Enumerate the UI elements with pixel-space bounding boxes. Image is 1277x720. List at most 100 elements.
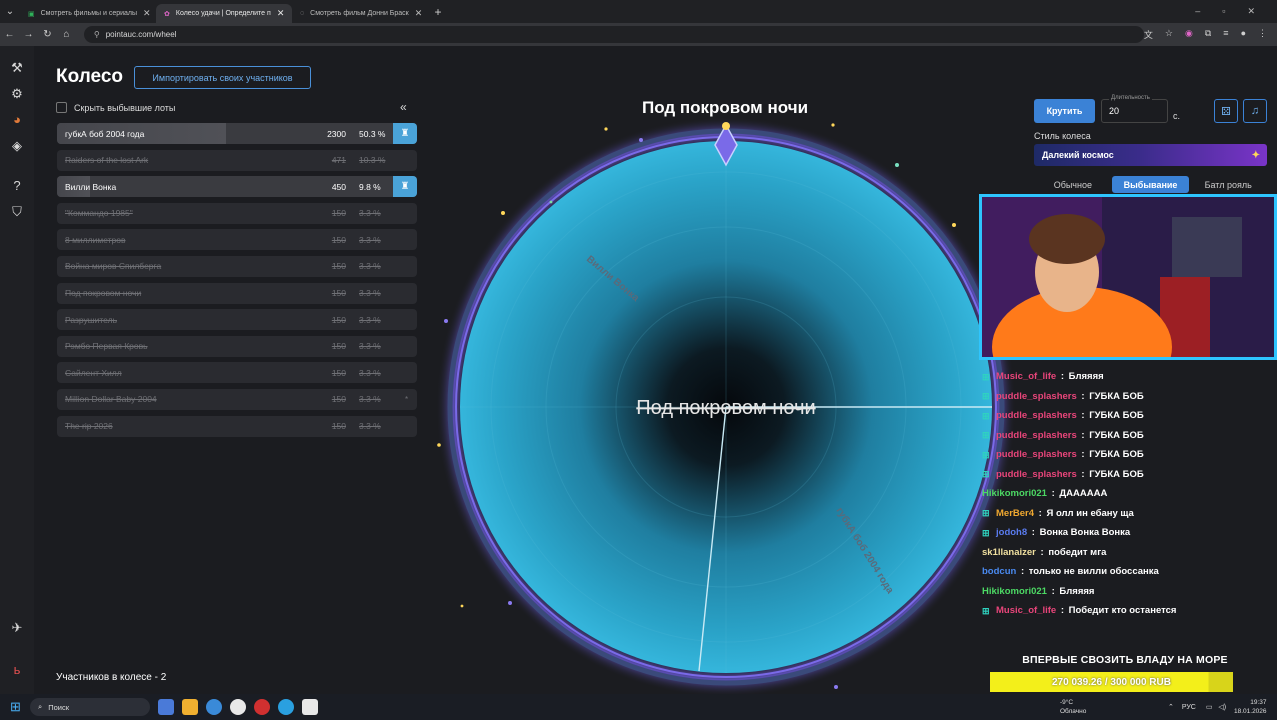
translate-icon[interactable]: 文: [1144, 28, 1153, 41]
lot-percent: 3.3 %: [359, 234, 381, 245]
lot-row[interactable]: Вилли Вонка 450 9.8 % ♜: [57, 176, 417, 198]
import-participants-button[interactable]: Импортировать своих участников: [134, 66, 311, 89]
lot-percent: 3.3 %: [359, 367, 381, 378]
telegram-taskbar-icon[interactable]: [278, 699, 294, 715]
network-icon[interactable]: ▭: [1206, 704, 1213, 711]
shield-icon[interactable]: ⛉: [9, 204, 25, 220]
taskbar-clock[interactable]: 19:37 18.01.2026: [1234, 698, 1267, 716]
lot-name: Raiders of the lost Ark: [65, 155, 149, 166]
tab-battle-royale[interactable]: Батл рояль: [1189, 176, 1267, 193]
close-tab-icon[interactable]: ✕: [415, 8, 423, 19]
chat-separator: :: [1058, 371, 1067, 383]
language-indicator[interactable]: РУС: [1182, 704, 1196, 711]
layers-icon[interactable]: ◈: [9, 138, 25, 154]
chat-message: ⊞ puddle_splashers : ГУБКА БОБ: [982, 406, 1272, 426]
windows-start-icon[interactable]: ⊞: [10, 699, 21, 715]
site-info-icon[interactable]: ⚲: [94, 30, 100, 39]
music-icon[interactable]: ♫: [1243, 99, 1267, 123]
opera-icon[interactable]: [254, 699, 270, 715]
lot-percent: 3.3 %: [359, 341, 381, 352]
chat-separator: :: [1048, 488, 1058, 500]
tab-menu-chevron-icon[interactable]: ⌄: [0, 6, 20, 17]
settings-gear-icon[interactable]: ⚙: [9, 86, 25, 102]
dice-icon[interactable]: ⚄: [1214, 99, 1238, 123]
brand-logo-icon[interactable]: ь: [9, 662, 25, 678]
obs-icon[interactable]: [302, 699, 318, 715]
hide-eliminated-checkbox[interactable]: [56, 102, 67, 113]
chat-text: Бляяяя: [1059, 585, 1095, 597]
tray-chevron-icon[interactable]: ⌃: [1168, 704, 1174, 711]
spin-button[interactable]: Крутить: [1034, 99, 1095, 123]
lot-row[interactable]: Разрушитель 150 3.3 %: [57, 309, 417, 331]
lot-row[interactable]: "Коммандо 1985" 150 3.3 %: [57, 202, 417, 224]
browser-tab[interactable]: ◌ Смотреть фильм Донни Браск ✕: [292, 4, 428, 23]
tab-normal[interactable]: Обычное: [1034, 176, 1112, 193]
chat-separator: :: [1078, 468, 1088, 480]
volume-icon[interactable]: ◁): [1218, 704, 1226, 711]
hide-eliminated-toggle[interactable]: Скрыть выбывшие лоты: [56, 102, 175, 113]
lot-list: губкА боб 2004 года 2300 50.3 % ♜ Raiders of…: [57, 123, 417, 442]
profile-avatar[interactable]: ●: [1241, 28, 1246, 41]
chat-username: puddle_splashers: [996, 390, 1077, 402]
auction-hammer-icon[interactable]: ⚒: [9, 60, 25, 76]
lot-row[interactable]: Война миров Спилберга 150 3.3 %: [57, 255, 417, 277]
lot-row[interactable]: Рэмбо Первая Кровь 150 3.3 %: [57, 335, 417, 357]
collapse-panel-icon[interactable]: «: [400, 100, 407, 114]
telegram-icon[interactable]: ✈: [9, 620, 25, 636]
forward-icon[interactable]: →: [19, 29, 38, 40]
browser-menu-icon[interactable]: ⋮: [1258, 28, 1267, 41]
home-icon[interactable]: ⌂: [57, 29, 76, 40]
close-window-icon[interactable]: ✕: [1247, 6, 1255, 17]
eliminate-lot-icon[interactable]: ♜: [393, 176, 417, 198]
reading-list-icon[interactable]: ≡: [1223, 28, 1228, 41]
wheel-pie-icon[interactable]: ◕: [9, 112, 25, 128]
lot-percent: 50.3 %: [359, 128, 386, 139]
wheel-style-label: Стиль колеса: [1034, 131, 1091, 141]
chat-badge-icon: ⊞: [982, 508, 990, 519]
lot-row[interactable]: Под покровом ночи 150 3.3 %: [57, 282, 417, 304]
widgets-icon[interactable]: [158, 699, 174, 715]
maximize-icon[interactable]: ▫: [1222, 6, 1225, 17]
chat-message: ⊞ puddle_splashers : ГУБКА БОБ: [982, 445, 1272, 465]
chat-separator: :: [1048, 585, 1058, 597]
weather-widget[interactable]: -9°C Облачно: [1044, 698, 1086, 716]
chat-message: ⊞ puddle_splashers : ГУБКА БОБ: [982, 387, 1272, 407]
chat-text: ГУБКА БОБ: [1089, 429, 1144, 441]
extension-icon[interactable]: ◉: [1185, 28, 1193, 41]
browser-tab[interactable]: ▣ Смотреть фильмы и сериалы ✕: [20, 4, 156, 23]
tab-elimination[interactable]: Выбывание: [1111, 176, 1190, 193]
app-icon[interactable]: [230, 699, 246, 715]
lot-row[interactable]: Сайлент Хилл 150 3.3 %: [57, 362, 417, 384]
page-title: Колесо: [56, 66, 124, 87]
close-tab-icon[interactable]: ✕: [277, 8, 285, 19]
url-field[interactable]: ⚲ pointauc.com/wheel: [83, 26, 1144, 43]
minimize-icon[interactable]: –: [1195, 6, 1200, 17]
file-explorer-icon[interactable]: [182, 699, 198, 715]
chat-text: Победит кто останется: [1068, 605, 1177, 617]
app-sidebar: ⚒ ⚙ ◕ ◈ ? ⛉ ✈ ь: [0, 46, 34, 694]
lot-name: Под покровом ночи: [65, 288, 142, 299]
help-icon[interactable]: ?: [9, 178, 25, 194]
wheel-style-select[interactable]: Далекий космос ✦: [1034, 144, 1267, 166]
taskbar-search[interactable]: ⌕ Поиск: [30, 698, 150, 716]
back-icon[interactable]: ←: [0, 29, 19, 40]
reload-icon[interactable]: ↻: [38, 29, 57, 40]
chat-text: Вонка Вонка Вонка: [1039, 527, 1131, 539]
site-icon: ◌: [300, 10, 305, 17]
lot-row[interactable]: Raiders of the lost Ark 471 10.3 %: [57, 149, 417, 171]
lot-row[interactable]: Million Dollar Baby 2004 150 3.3 % *: [57, 388, 417, 410]
lot-row[interactable]: The rip 2026 150 3.3 %: [57, 415, 417, 437]
chrome-icon[interactable]: [206, 699, 222, 715]
wheel[interactable]: Вилли Вонка губкА боб 2004 года Под покр…: [436, 115, 1016, 700]
browser-tab-active[interactable]: ✿ Колесо удачи | Определите п ✕: [156, 4, 292, 23]
close-tab-icon[interactable]: ✕: [143, 8, 151, 19]
lot-percent: 9.8 %: [359, 181, 381, 192]
chat-message: ⊞ Music_of_life : Победит кто останется: [982, 601, 1272, 621]
bookmark-star-icon[interactable]: ☆: [1165, 28, 1173, 41]
lot-row[interactable]: губкА боб 2004 года 2300 50.3 % ♜: [57, 123, 417, 144]
eliminate-lot-icon[interactable]: ♜: [393, 123, 417, 144]
new-tab-icon[interactable]: +: [428, 5, 448, 19]
extensions-puzzle-icon[interactable]: ⧉: [1205, 28, 1211, 41]
address-bar: ← → ↻ ⌂ ⚲ pointauc.com/wheel 文 ☆ ◉ ⧉ ≡ ●…: [0, 23, 1277, 46]
lot-row[interactable]: 8 миллиметров 150 3.3 %: [57, 229, 417, 251]
